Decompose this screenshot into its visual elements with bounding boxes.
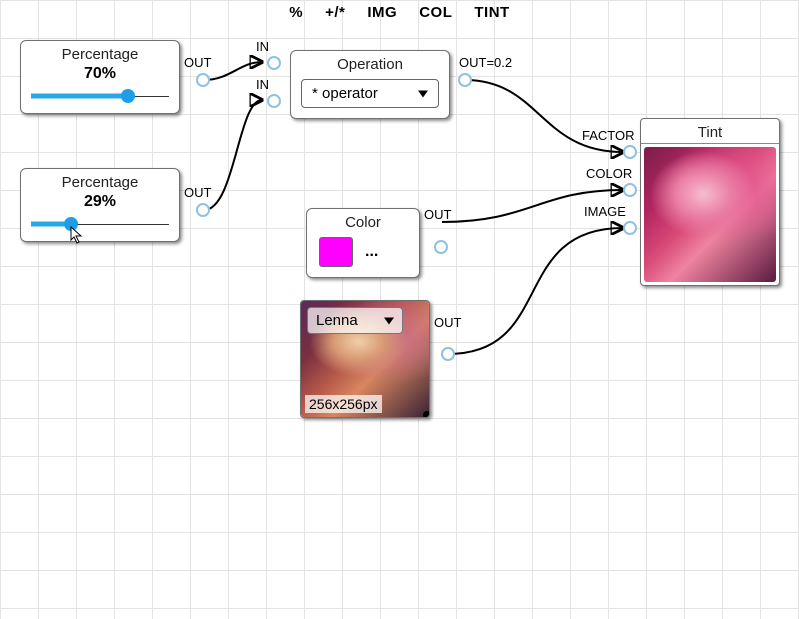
port-label-out: OUT	[184, 55, 211, 70]
port-label-factor: FACTOR	[582, 128, 635, 143]
port-label-image: IMAGE	[584, 204, 626, 219]
operator-select[interactable]: * operator	[301, 79, 439, 108]
port-out[interactable]	[434, 240, 448, 254]
percentage-node-1[interactable]: Percentage 70%	[20, 40, 180, 114]
port-label-out: OUT	[434, 315, 461, 330]
port-in[interactable]	[267, 94, 281, 108]
image-source-label: Lenna	[316, 312, 358, 329]
percentage-slider[interactable]	[31, 217, 169, 231]
percentage-slider[interactable]	[31, 89, 169, 103]
percentage-node-2[interactable]: Percentage 29%	[20, 168, 180, 242]
node-title: Color	[307, 209, 419, 233]
toolbar-item-tint[interactable]: TINT	[474, 4, 509, 21]
operation-node[interactable]: Operation * operator	[290, 50, 450, 119]
color-picker-button[interactable]: ...	[365, 243, 378, 261]
port-out[interactable]	[441, 347, 455, 361]
node-title: Tint	[641, 119, 779, 144]
tint-preview	[644, 147, 776, 282]
operator-selected-label: * operator	[312, 85, 378, 102]
port-label-in: IN	[256, 39, 269, 54]
node-title: Percentage	[21, 169, 179, 193]
port-in-image[interactable]	[623, 221, 637, 235]
port-out[interactable]	[196, 203, 210, 217]
image-dimensions: 256x256px	[305, 395, 382, 413]
port-in-factor[interactable]	[623, 145, 637, 159]
image-node[interactable]: Lenna 256x256px	[300, 300, 430, 418]
port-in[interactable]	[267, 56, 281, 70]
port-out[interactable]	[196, 73, 210, 87]
color-node[interactable]: Color ...	[306, 208, 420, 278]
tint-node[interactable]: Tint	[640, 118, 780, 286]
toolbar-item-img[interactable]: IMG	[367, 4, 397, 21]
percentage-value: 70%	[21, 65, 179, 89]
color-swatch[interactable]	[319, 237, 353, 267]
percentage-value: 29%	[21, 193, 179, 217]
toolbar-item-math[interactable]: +/*	[325, 4, 345, 21]
toolbar-item-col[interactable]: COL	[419, 4, 452, 21]
resize-handle[interactable]	[423, 411, 430, 418]
port-label-out: OUT	[424, 207, 451, 222]
port-in-color[interactable]	[623, 183, 637, 197]
toolbar: % +/* IMG COL TINT	[0, 4, 799, 21]
node-title: Operation	[291, 51, 449, 75]
image-source-select[interactable]: Lenna	[307, 307, 403, 334]
port-label-out: OUT=0.2	[459, 55, 512, 70]
port-label-color: COLOR	[586, 166, 632, 181]
port-out[interactable]	[458, 73, 472, 87]
toolbar-item-percent[interactable]: %	[289, 4, 303, 21]
port-label-in: IN	[256, 77, 269, 92]
node-title: Percentage	[21, 41, 179, 65]
port-label-out: OUT	[184, 185, 211, 200]
